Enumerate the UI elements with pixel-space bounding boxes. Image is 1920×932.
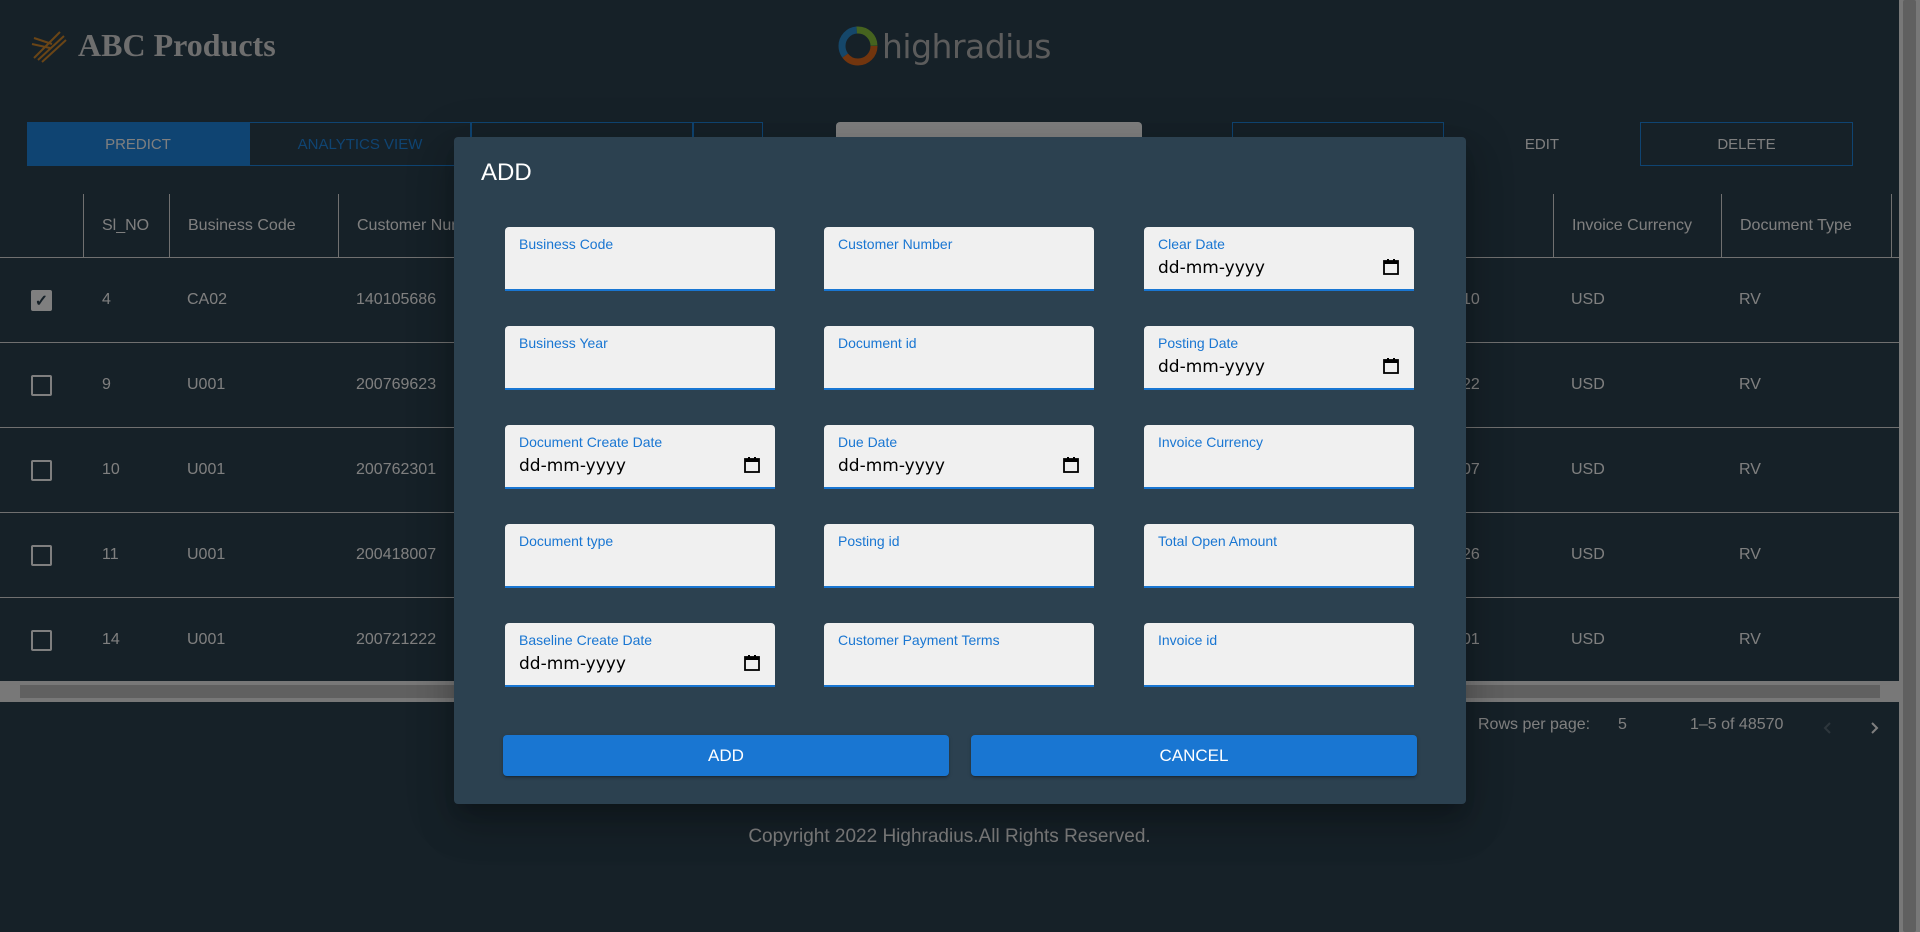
posting-date-label: Posting Date: [1158, 335, 1239, 351]
baseline-create-date-label: Baseline Create Date: [519, 632, 653, 648]
dialog-add-button[interactable]: ADD: [503, 735, 949, 776]
calendar-icon[interactable]: [1382, 258, 1400, 276]
document-create-date-label: Document Create Date: [519, 434, 663, 450]
baseline-create-date-field[interactable]: Baseline Create Date dd-mm-yyyy: [505, 623, 775, 687]
document-type-field[interactable]: Document type: [505, 524, 775, 588]
invoice-id-field[interactable]: Invoice id: [1144, 623, 1414, 687]
clear-date-field[interactable]: Clear Date dd-mm-yyyy: [1144, 227, 1414, 291]
clear-date-placeholder: dd-mm-yyyy: [1158, 258, 1265, 278]
clear-date-label: Clear Date: [1158, 236, 1225, 252]
posting-date-field[interactable]: Posting Date dd-mm-yyyy: [1144, 326, 1414, 390]
total-open-amount-field[interactable]: Total Open Amount: [1144, 524, 1414, 588]
document-id-label: Document id: [838, 335, 917, 351]
calendar-icon[interactable]: [1382, 357, 1400, 375]
due-date-field[interactable]: Due Date dd-mm-yyyy: [824, 425, 1094, 489]
customer-payment-terms-field[interactable]: Customer Payment Terms: [824, 623, 1094, 687]
document-create-date-field[interactable]: Document Create Date dd-mm-yyyy: [505, 425, 775, 489]
posting-id-field[interactable]: Posting id: [824, 524, 1094, 588]
invoice-currency-field[interactable]: Invoice Currency: [1144, 425, 1414, 489]
customer-number-field[interactable]: Customer Number: [824, 227, 1094, 291]
posting-id-label: Posting id: [838, 533, 900, 549]
business-code-label: Business Code: [519, 236, 614, 252]
dialog-title: ADD: [481, 159, 532, 186]
due-date-placeholder: dd-mm-yyyy: [838, 456, 945, 476]
customer-number-label: Customer Number: [838, 236, 953, 252]
customer-payment-terms-label: Customer Payment Terms: [838, 632, 1000, 648]
document-id-field[interactable]: Document id: [824, 326, 1094, 390]
add-dialog: ADD Business Code Customer Number Clear …: [454, 137, 1466, 804]
dialog-cancel-button[interactable]: CANCEL: [971, 735, 1417, 776]
total-open-amount-label: Total Open Amount: [1158, 533, 1278, 549]
business-year-field[interactable]: Business Year: [505, 326, 775, 390]
due-date-label: Due Date: [838, 434, 898, 450]
calendar-icon[interactable]: [1062, 456, 1080, 474]
invoice-currency-label: Invoice Currency: [1158, 434, 1264, 450]
invoice-id-label: Invoice id: [1158, 632, 1218, 648]
business-code-field[interactable]: Business Code: [505, 227, 775, 291]
document-type-label: Document type: [519, 533, 614, 549]
business-year-label: Business Year: [519, 335, 608, 351]
baseline-create-date-placeholder: dd-mm-yyyy: [519, 654, 626, 674]
calendar-icon[interactable]: [743, 456, 761, 474]
posting-date-placeholder: dd-mm-yyyy: [1158, 357, 1265, 377]
calendar-icon[interactable]: [743, 654, 761, 672]
document-create-date-placeholder: dd-mm-yyyy: [519, 456, 626, 476]
